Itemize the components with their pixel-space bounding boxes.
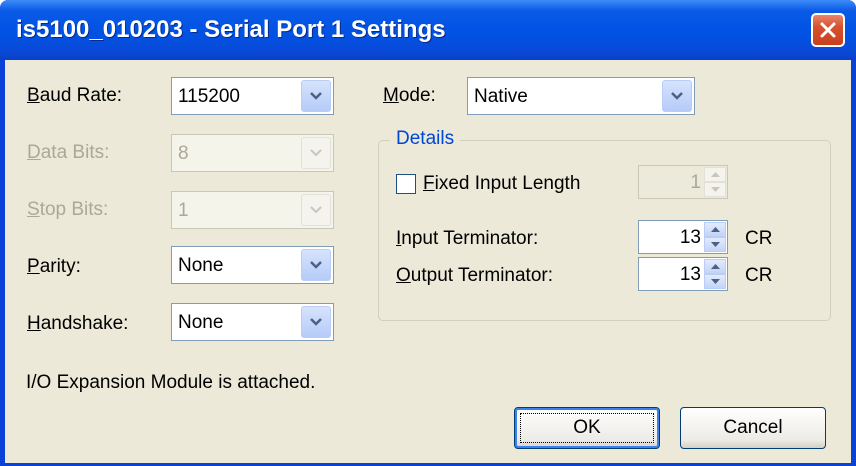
stop-bits-value: 1 <box>178 200 189 221</box>
spin-up-icon <box>711 172 720 177</box>
output-terminator-spinner[interactable]: 13 <box>638 257 728 291</box>
close-button[interactable] <box>811 13 845 47</box>
title-bar[interactable]: is5100_010203 - Serial Port 1 Settings <box>0 0 856 60</box>
input-terminator-spinner[interactable]: 13 <box>638 220 728 254</box>
mode-dropdown-button[interactable] <box>662 80 692 112</box>
spin-down-icon <box>711 242 720 247</box>
spin-down-button[interactable] <box>704 274 726 289</box>
baud-rate-value: 115200 <box>178 86 240 107</box>
spin-up-icon <box>711 227 720 232</box>
handshake-value: None <box>178 312 224 333</box>
input-terminator-label: Input Terminator: <box>396 228 539 249</box>
parity-label: Parity: <box>27 256 81 277</box>
handshake-select[interactable]: None <box>171 303 334 341</box>
chevron-down-icon <box>310 149 322 157</box>
stop-bits-dropdown-button <box>301 194 331 226</box>
close-icon <box>820 22 836 38</box>
spin-up-icon <box>711 264 720 269</box>
fixed-input-length-checkbox[interactable] <box>396 174 416 194</box>
cancel-button-label: Cancel <box>723 417 783 438</box>
window-title: is5100_010203 - Serial Port 1 Settings <box>16 16 446 43</box>
input-terminator-value[interactable]: 13 <box>680 227 701 249</box>
ok-button[interactable]: OK <box>514 407 660 449</box>
data-bits-value: 8 <box>178 143 189 164</box>
mode-value: Native <box>474 86 528 107</box>
baud-rate-dropdown-button[interactable] <box>301 80 331 112</box>
stop-bits-label: Stop Bits: <box>27 199 109 220</box>
data-bits-label: Data Bits: <box>27 142 110 163</box>
fixed-input-length-spinner: 1 <box>638 165 728 199</box>
details-group-title: Details <box>390 128 461 150</box>
baud-rate-label: Baud Rate: <box>27 85 123 106</box>
focus-rectangle <box>520 413 654 443</box>
chevron-down-icon <box>310 261 322 269</box>
handshake-label: Handshake: <box>27 313 129 334</box>
data-bits-dropdown-button <box>301 137 331 169</box>
parity-select[interactable]: None <box>171 246 334 284</box>
dialog-window: is5100_010203 - Serial Port 1 Settings B… <box>0 0 856 466</box>
fixed-input-length-value: 1 <box>690 172 701 193</box>
output-terminator-suffix: CR <box>745 265 773 286</box>
chevron-down-icon <box>310 318 322 326</box>
fixed-input-length-label[interactable]: Fixed Input Length <box>423 173 580 195</box>
chevron-down-icon <box>671 92 683 100</box>
dialog-body: Baud Rate: 115200 Data Bits: 8 Stop Bits… <box>5 60 851 463</box>
spin-up-button <box>704 167 726 182</box>
parity-dropdown-button[interactable] <box>301 249 331 281</box>
output-terminator-value[interactable]: 13 <box>680 264 701 286</box>
spin-up-button[interactable] <box>704 222 726 237</box>
spin-down-button[interactable] <box>704 237 726 252</box>
chevron-down-icon <box>310 206 322 214</box>
spin-down-button <box>704 182 726 197</box>
status-text: I/O Expansion Module is attached. <box>26 372 316 393</box>
mode-select[interactable]: Native <box>467 77 695 115</box>
chevron-down-icon <box>310 92 322 100</box>
spin-down-icon <box>711 187 720 192</box>
baud-rate-select[interactable]: 115200 <box>171 77 334 115</box>
input-terminator-suffix: CR <box>745 228 773 249</box>
mode-label: Mode: <box>383 85 436 106</box>
parity-value: None <box>178 255 224 276</box>
spin-down-icon <box>711 279 720 284</box>
data-bits-select: 8 <box>171 134 334 172</box>
output-terminator-label: Output Terminator: <box>396 265 554 286</box>
cancel-button[interactable]: Cancel <box>680 407 826 449</box>
stop-bits-select: 1 <box>171 191 334 229</box>
spin-up-button[interactable] <box>704 259 726 274</box>
handshake-dropdown-button[interactable] <box>301 306 331 338</box>
